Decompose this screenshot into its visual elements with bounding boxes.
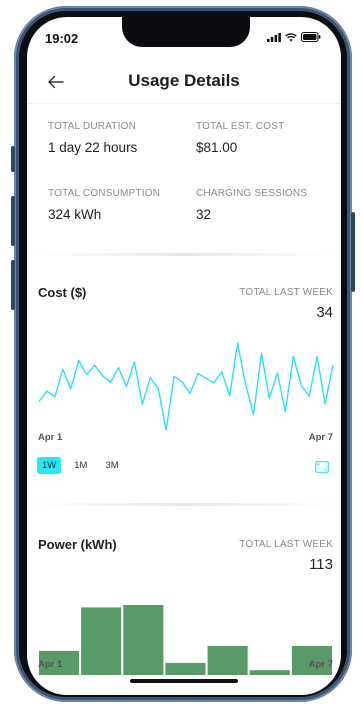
home-indicator[interactable] <box>130 679 238 683</box>
power-x-start-label: Apr 1 <box>38 659 63 670</box>
expand-chart-button[interactable] <box>315 460 329 473</box>
page-title: Usage Details <box>128 71 240 90</box>
range-tab-1m[interactable]: 1M <box>69 457 92 474</box>
power-bar <box>207 646 248 675</box>
wifi-icon <box>285 33 297 42</box>
cost-series-line <box>38 342 334 431</box>
power-bar <box>165 662 206 675</box>
section-divider <box>37 253 331 256</box>
cost-total-label: TOTAL LAST WEEK <box>239 287 333 298</box>
power-chart-title: Power (kWh) <box>38 537 117 552</box>
power-total-value: 113 <box>309 556 333 573</box>
stat-value: $81.00 <box>196 140 238 155</box>
stat-value: 32 <box>196 207 212 222</box>
stat-total-consumption: TOTAL CONSUMPTION 324 kWh <box>48 188 188 222</box>
status-time: 19:02 <box>45 31 79 46</box>
cost-total-value: 34 <box>316 304 333 321</box>
power-bar <box>123 605 164 675</box>
volume-up-button <box>11 196 15 246</box>
cost-chart-title: Cost ($) <box>38 285 87 300</box>
camera-notch <box>122 17 250 47</box>
stat-total-duration: TOTAL DURATION 1 day 22 hours <box>48 121 188 155</box>
cost-x-end-label: Apr 7 <box>308 432 333 443</box>
power-bar <box>249 670 290 675</box>
stat-total-est-cost: TOTAL EST. COST $81.00 <box>196 121 336 155</box>
battery-icon <box>301 32 321 42</box>
range-tab-3m[interactable]: 3M <box>100 457 123 474</box>
cost-x-start-label: Apr 1 <box>38 432 63 443</box>
power-total-label: TOTAL LAST WEEK <box>239 539 333 550</box>
app-header: Usage Details <box>27 63 341 103</box>
mute-switch <box>11 146 15 172</box>
status-icons <box>267 32 321 42</box>
stat-charging-sessions: CHARGING SESSIONS 32 <box>196 188 336 222</box>
range-selector: 1W 1M 3M <box>37 457 124 474</box>
usage-summary: TOTAL DURATION 1 day 22 hours TOTAL EST.… <box>27 113 341 263</box>
stat-value: 324 kWh <box>48 207 102 222</box>
cost-line-chart <box>38 342 334 431</box>
power-bar-chart <box>39 605 332 675</box>
app-screen: 19:02 Usage Details TOTAL DURATION 1 day… <box>27 17 341 695</box>
expand-icon <box>315 461 329 473</box>
stat-label: TOTAL EST. COST <box>196 121 285 132</box>
stat-label: TOTAL DURATION <box>48 121 136 132</box>
section-divider <box>37 503 331 506</box>
header-divider <box>27 103 341 104</box>
stat-label: CHARGING SESSIONS <box>196 188 308 199</box>
signal-icon <box>267 33 281 42</box>
power-button <box>351 212 355 292</box>
power-bar <box>81 607 122 675</box>
power-x-end-label: Apr 7 <box>308 659 333 670</box>
range-tab-1w[interactable]: 1W <box>37 457 62 474</box>
stat-value: 1 day 22 hours <box>48 140 138 155</box>
volume-down-button <box>11 260 15 310</box>
stat-label: TOTAL CONSUMPTION <box>48 188 161 199</box>
